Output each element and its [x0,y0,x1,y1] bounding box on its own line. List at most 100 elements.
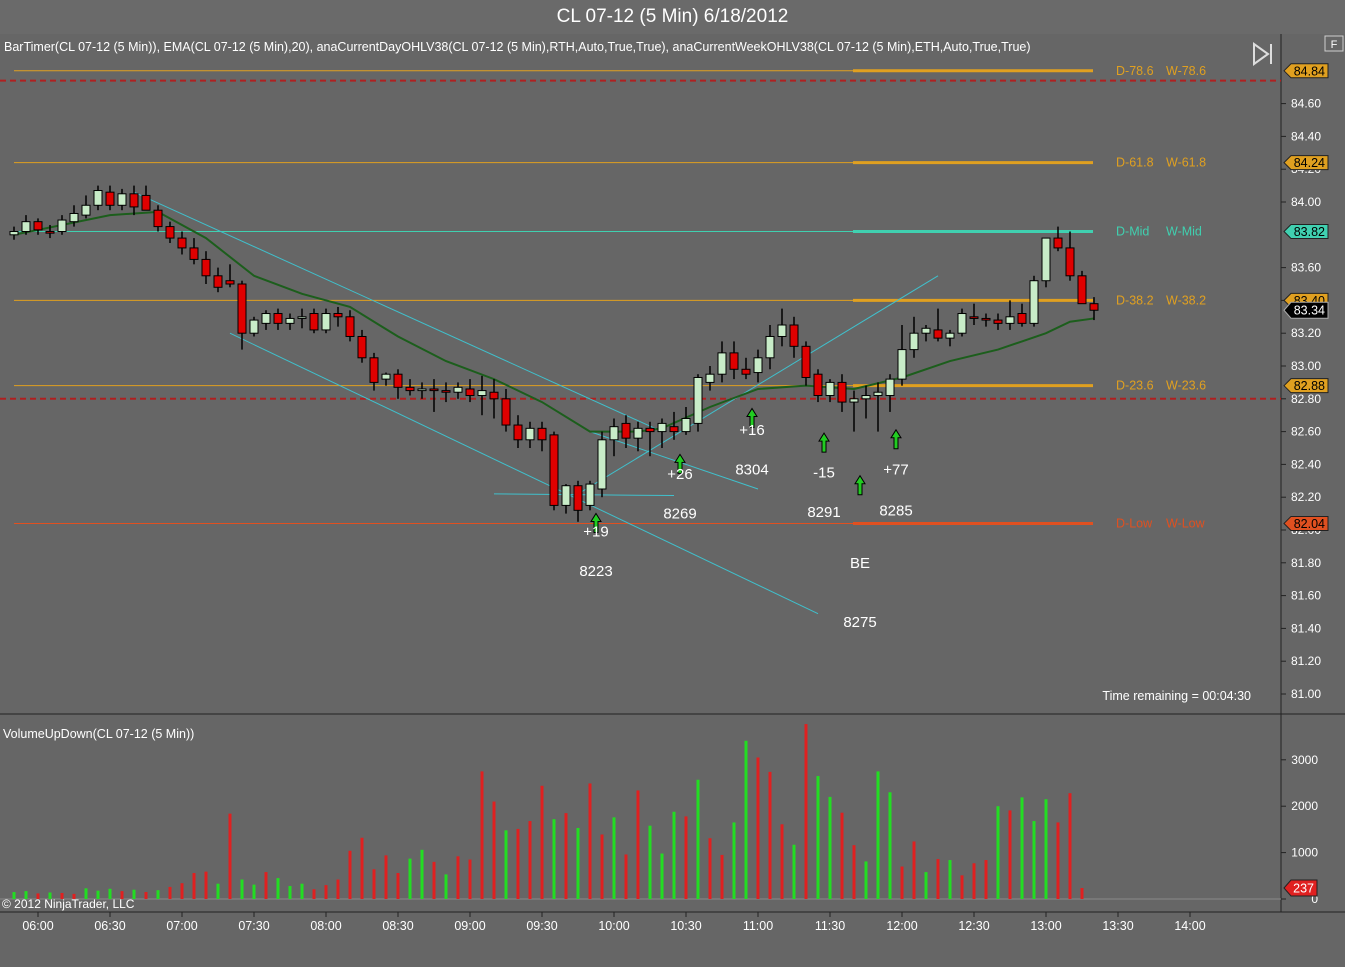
candle-body [477,390,487,397]
volume-bar-up [876,771,880,899]
time-tick-label: 13:30 [1102,919,1133,933]
time-remaining: Time remaining = 00:04:30 [1102,689,1251,703]
candle-body [141,194,151,211]
volume-panel-title: VolumeUpDown(CL 07-12 (5 Min)) [3,727,194,741]
volume-bar-up [744,740,748,899]
time-tick-label: 12:30 [958,919,989,933]
candle-body [957,313,967,334]
candle-body [93,190,103,206]
candle-body [213,275,223,288]
volume-bar-down [192,873,196,899]
candle-body [465,388,475,397]
level-price-tag-label: 82.04 [1294,517,1325,531]
trade-annotation: 8269 [663,506,696,523]
candle-body [165,226,175,239]
volume-bar-down [72,893,76,899]
price-tick-label: 81.80 [1291,556,1321,570]
current-volume-label: 237 [1293,882,1314,896]
volume-bar-up [96,890,100,899]
week-level-label: W-Low [1166,516,1206,530]
trade-annotation: +77 [883,461,908,478]
volume-bar-down [144,892,148,899]
candle-body [285,317,295,324]
volume-bar-down [396,873,400,899]
candle-body [669,426,679,433]
candle-body [705,373,715,383]
volume-bar-down [372,869,376,899]
level-price-tag-label: 84.84 [1294,64,1325,78]
volume-bar-up [660,853,664,899]
volume-bar-down [480,771,484,899]
time-tick-label: 10:30 [670,919,701,933]
candle-body [225,280,235,285]
candle-body [921,327,931,334]
candle-body [573,485,583,511]
candle-body [597,439,607,490]
volume-bar-up [732,822,736,899]
volume-bar-up [132,889,136,899]
trade-annotation: 8275 [843,614,876,631]
candle-body [549,434,559,506]
candle-body [825,381,835,397]
candle-body [1053,237,1063,249]
time-tick-label: 06:30 [94,919,125,933]
candle-body [993,319,1003,324]
candle-body [909,332,919,351]
price-tick-label: 82.20 [1291,490,1321,504]
volume-bar-down [120,891,124,899]
time-tick-label: 10:00 [598,919,629,933]
volume-bar-up [12,892,16,899]
trade-annotation: +19 [583,524,608,541]
volume-tick-label: 3000 [1291,753,1318,767]
candle-body [681,417,691,433]
candle-body [69,212,79,223]
chart-area[interactable]: BarTimer(CL 07-12 (5 Min)), EMA(CL 07-12… [0,34,1345,967]
panel-toggle-label: F [1331,39,1338,51]
candle-body [837,381,847,403]
volume-bar-down [624,854,628,899]
candle-body [885,378,895,397]
trade-annotation: +26 [667,466,692,483]
price-tick-label: 82.60 [1291,425,1321,439]
trade-annotation: +16 [739,422,764,439]
candle-body [333,313,343,318]
volume-bar-up [216,883,220,899]
candle-body [729,352,739,370]
indicator-header: BarTimer(CL 07-12 (5 Min)), EMA(CL 07-12… [4,40,1031,54]
current-price-tag: 83.34 [1283,301,1329,319]
volume-bar-down [528,821,532,899]
volume-bar-up [1032,821,1036,899]
price-tick-label: 81.40 [1291,621,1321,635]
day-level-label: D-38.2 [1116,293,1154,307]
volume-bar-up [828,796,832,899]
candle-body [1089,303,1099,311]
time-tick-label: 11:30 [815,919,845,933]
candle-body [129,193,139,208]
volume-bar-down [588,783,592,899]
candle-body [789,324,799,347]
candle-body [153,209,163,228]
price-tick-label: 83.00 [1291,359,1321,373]
time-tick-label: 07:30 [238,919,269,933]
volume-bar-down [264,872,268,899]
current-price-label: 83.34 [1294,304,1325,318]
volume-bar-down [1080,888,1084,899]
volume-bar-up [444,874,448,899]
volume-bar-up [552,819,556,899]
level-price-tag: 84.24 [1283,155,1329,171]
trade-annotation: BE [850,555,870,572]
week-level-label: W-61.8 [1166,156,1206,170]
candle-body [873,391,883,397]
volume-bar-up [288,886,292,899]
trade-annotation: 8291 [807,504,840,521]
price-tick-label: 81.20 [1291,654,1321,668]
volume-bar-down [900,866,904,899]
candle-body [1041,237,1051,282]
candle-body [453,386,463,393]
week-level-label: W-38.2 [1166,293,1206,307]
candle-down [1077,270,1087,305]
candle-body [321,313,331,331]
candle-body [609,426,619,441]
volume-bar-down [708,838,712,899]
volume-bar-down [228,813,232,899]
